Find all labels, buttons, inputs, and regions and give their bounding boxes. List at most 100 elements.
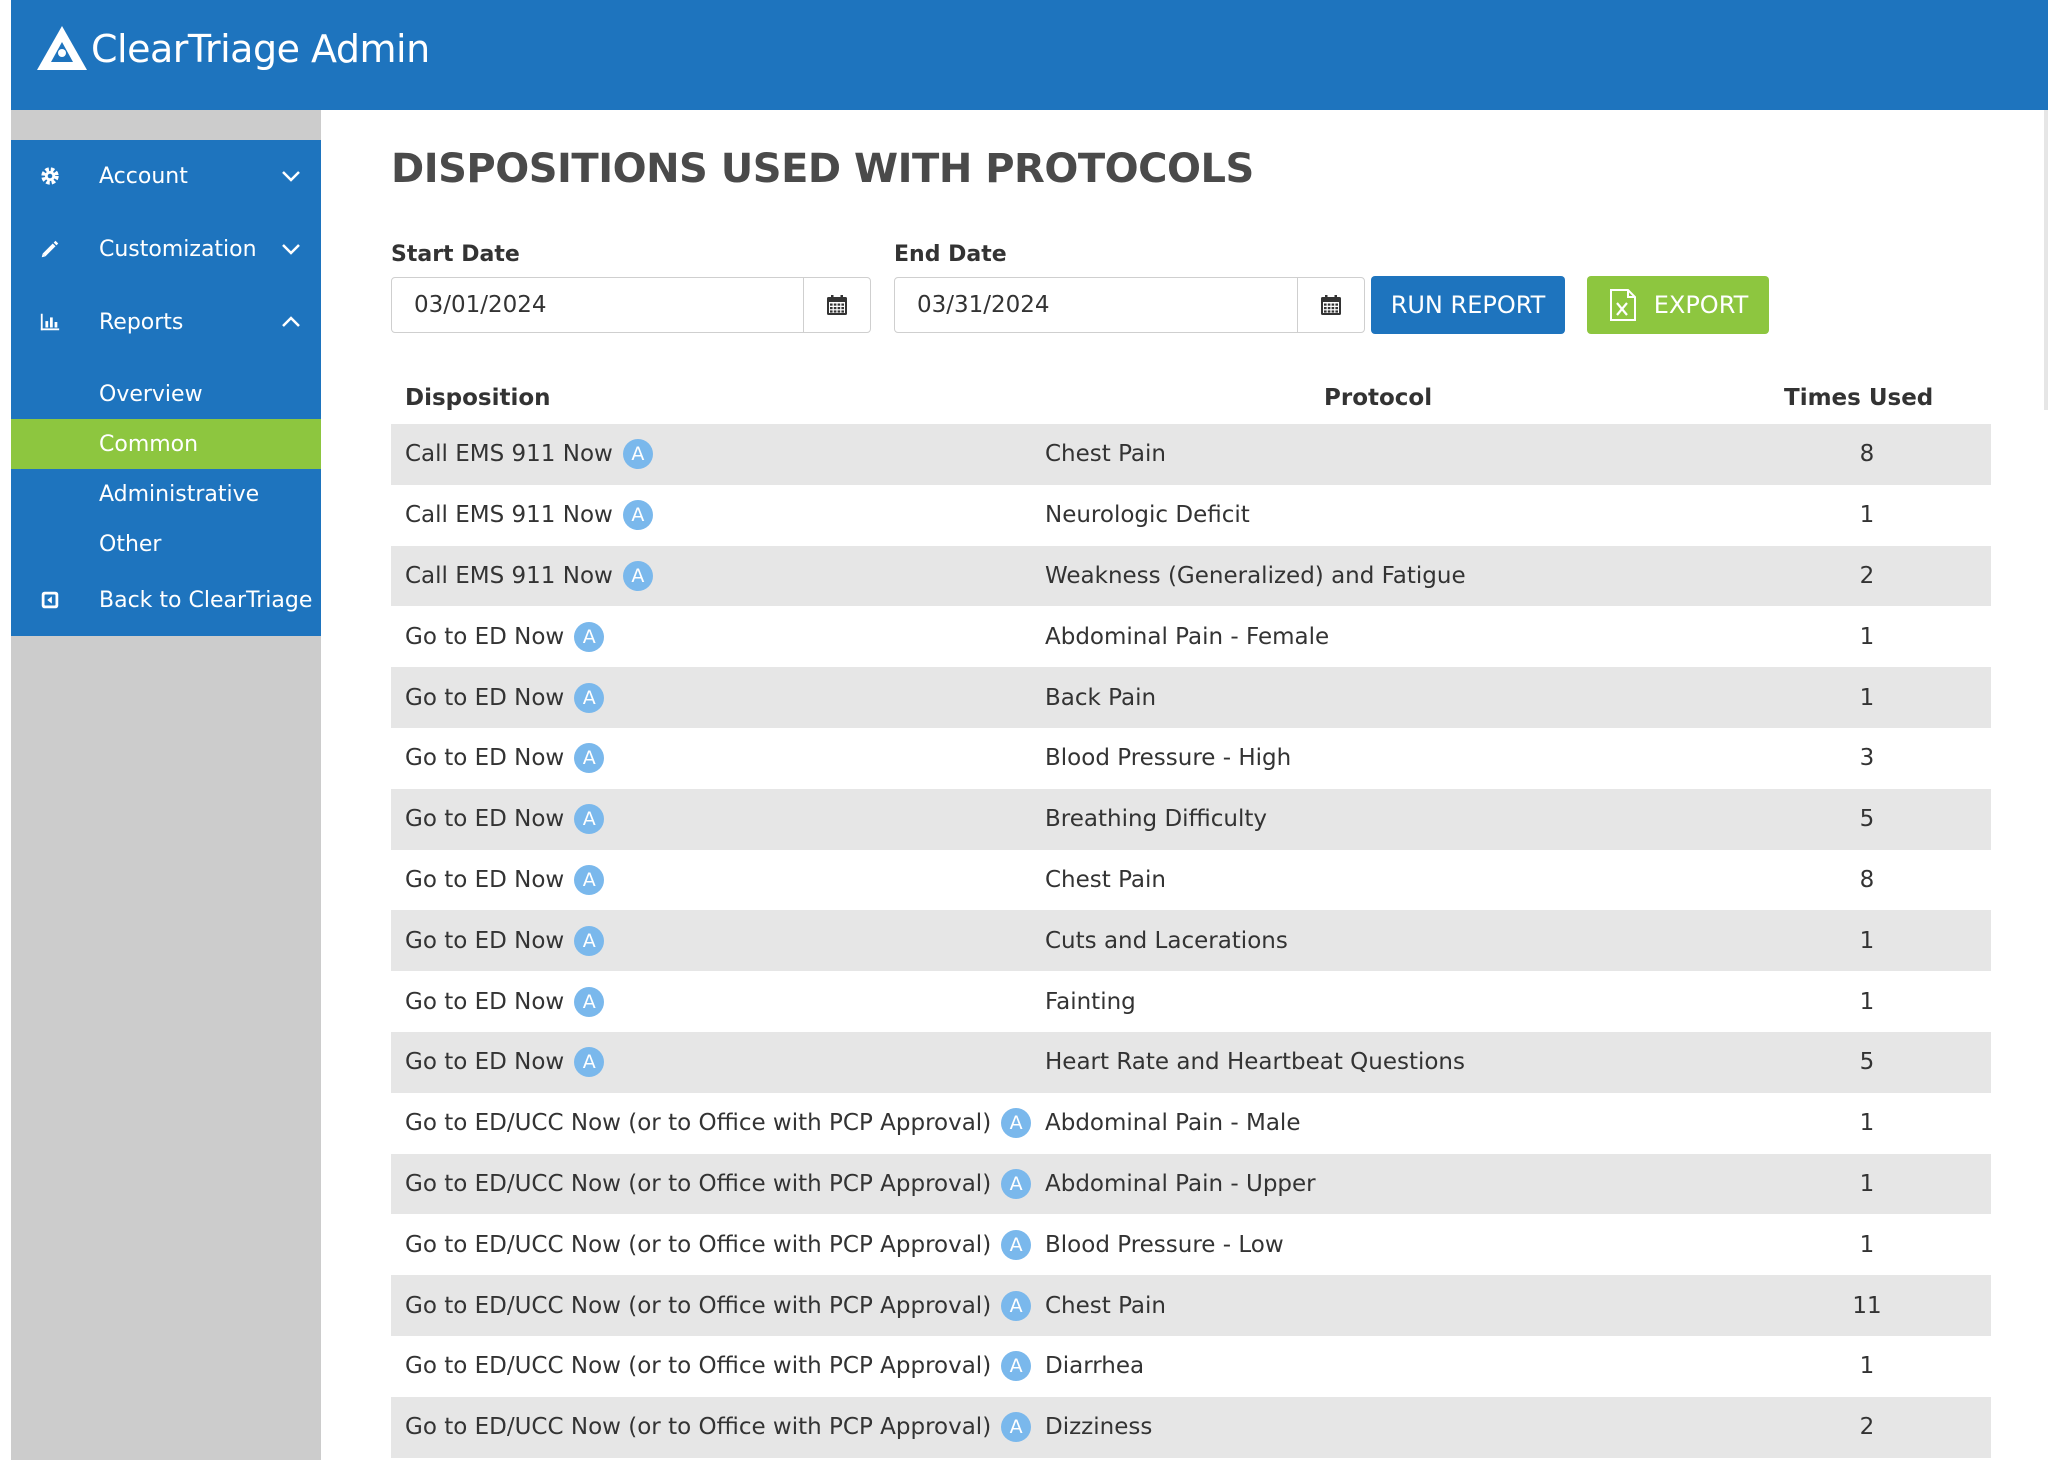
sidebar-subitem-label: Common — [99, 431, 199, 457]
sidebar-item-account[interactable]: Account — [11, 140, 321, 212]
end-date-calendar-button[interactable] — [1297, 278, 1364, 332]
times-used-cell: 1 — [1859, 1110, 1875, 1137]
sidebar-item-back[interactable]: Back to ClearTriage — [11, 564, 321, 636]
disposition-text: Go to ED Now — [405, 1049, 565, 1076]
table-row: Go to ED/UCC Now (or to Office with PCP … — [391, 1396, 1991, 1458]
sidebar-item-label: Account — [99, 163, 188, 189]
disposition-badge: A — [622, 439, 653, 470]
calendar-icon — [1321, 295, 1341, 315]
disposition-badge: A — [622, 500, 653, 531]
times-used-cell: 1 — [1859, 1170, 1875, 1197]
end-date-input[interactable] — [895, 278, 1298, 332]
app-logo[interactable]: ClearTriage Admin — [35, 22, 430, 76]
times-used-cell: 3 — [1859, 745, 1875, 772]
end-date-label: End Date — [894, 242, 1007, 267]
disposition-badge: A — [574, 743, 605, 774]
sidebar-subitem-overview[interactable]: Overview — [11, 369, 321, 419]
disposition-badge: A — [1001, 1108, 1032, 1139]
sidebar-item-label: Customization — [99, 236, 257, 262]
disposition-text: Go to ED/UCC Now (or to Office with PCP … — [405, 1110, 992, 1137]
times-used-cell: 2 — [1859, 562, 1875, 589]
times-used-cell: 5 — [1859, 806, 1875, 833]
sidebar-subitem-common[interactable]: Common — [11, 419, 321, 469]
sidebar-subitem-other[interactable]: Other — [11, 519, 321, 569]
run-report-button[interactable]: RUN REPORT — [1371, 276, 1565, 334]
protocol-cell: Fainting — [1045, 988, 1136, 1015]
gear-icon — [41, 167, 59, 185]
disposition-cell: Go to ED Now A — [405, 1032, 605, 1093]
sidebar: Account Customization Reports Overview C… — [11, 110, 321, 1460]
disposition-cell: Go to ED Now A — [405, 606, 605, 667]
disposition-badge: A — [574, 682, 605, 713]
disposition-cell: Go to ED Now A — [405, 728, 605, 789]
excel-file-icon — [1609, 289, 1636, 321]
chevron-down-icon — [282, 171, 300, 182]
disposition-text: Go to ED/UCC Now (or to Office with PCP … — [405, 1231, 992, 1258]
bar-chart-icon — [40, 313, 60, 331]
disposition-badge: A — [574, 864, 605, 895]
table-row: Go to ED/UCC Now (or to Office with PCP … — [391, 1214, 1991, 1275]
disposition-text: Go to ED Now — [405, 806, 565, 833]
protocol-cell: Chest Pain — [1045, 866, 1166, 893]
column-header-disposition[interactable]: Disposition — [405, 372, 551, 424]
report-table: Disposition Protocol Times Used Call EMS… — [391, 372, 1991, 1458]
start-date-calendar-button[interactable] — [803, 278, 870, 332]
back-icon — [41, 591, 59, 609]
protocol-cell: Weakness (Generalized) and Fatigue — [1045, 562, 1466, 589]
protocol-cell: Blood Pressure - Low — [1045, 1231, 1284, 1258]
sidebar-nav: Account Customization Reports Overview C… — [11, 140, 321, 636]
disposition-badge: A — [574, 925, 605, 956]
protocol-cell: Abdominal Pain - Upper — [1045, 1170, 1316, 1197]
start-date-input[interactable] — [392, 278, 804, 332]
disposition-badge: A — [1001, 1229, 1032, 1260]
page-title: DISPOSITIONS USED WITH PROTOCOLS — [391, 146, 1254, 192]
disposition-cell: Go to ED Now A — [405, 910, 605, 971]
disposition-badge: A — [1001, 1351, 1032, 1382]
protocol-cell: Neurologic Deficit — [1045, 502, 1250, 529]
disposition-text: Go to ED/UCC Now (or to Office with PCP … — [405, 1414, 992, 1441]
protocol-cell: Chest Pain — [1045, 441, 1166, 468]
disposition-text: Go to ED Now — [405, 684, 565, 711]
disposition-badge: A — [1001, 1290, 1032, 1321]
sidebar-item-customization[interactable]: Customization — [11, 213, 321, 285]
run-report-label: RUN REPORT — [1390, 291, 1546, 319]
disposition-cell: Go to ED Now A — [405, 971, 605, 1032]
disposition-cell: Go to ED Now A — [405, 667, 605, 728]
protocol-cell: Cuts and Lacerations — [1045, 927, 1288, 954]
table-row: Go to ED/UCC Now (or to Office with PCP … — [391, 1093, 1991, 1154]
cleartriage-logo-icon — [37, 26, 87, 70]
chevron-up-icon — [282, 316, 300, 327]
times-used-cell: 1 — [1859, 1353, 1875, 1380]
end-date-picker — [894, 277, 1365, 333]
protocol-cell: Diarrhea — [1045, 1353, 1145, 1380]
disposition-cell: Go to ED Now A — [405, 789, 605, 850]
disposition-badge: A — [622, 560, 653, 591]
pencil-icon — [41, 240, 59, 258]
start-date-label: Start Date — [391, 242, 520, 267]
protocol-cell: Breathing Difficulty — [1045, 806, 1268, 833]
disposition-cell: Go to ED/UCC Now (or to Office with PCP … — [405, 1336, 1032, 1397]
disposition-cell: Go to ED/UCC Now (or to Office with PCP … — [405, 1275, 1032, 1336]
export-button[interactable]: EXPORT — [1587, 276, 1769, 334]
table-row: Go to ED Now A Blood Pressure - High 3 — [391, 728, 1991, 789]
times-used-cell: 2 — [1859, 1414, 1875, 1441]
chevron-down-icon — [282, 244, 300, 255]
export-label: EXPORT — [1653, 291, 1749, 319]
times-used-cell: 1 — [1859, 988, 1875, 1015]
disposition-text: Go to ED/UCC Now (or to Office with PCP … — [405, 1170, 992, 1197]
disposition-badge: A — [1001, 1168, 1032, 1199]
column-header-protocol[interactable]: Protocol — [1324, 372, 1432, 424]
table-row: Go to ED/UCC Now (or to Office with PCP … — [391, 1336, 1991, 1397]
table-row: Call EMS 911 Now A Weakness (Generalized) … — [391, 545, 1991, 607]
table-row: Go to ED Now A Chest Pain 8 — [391, 850, 1991, 911]
disposition-text: Go to ED Now — [405, 623, 565, 650]
column-header-times-used[interactable]: Times Used — [1784, 372, 1933, 424]
table-row: Call EMS 911 Now A Chest Pain 8 — [391, 424, 1991, 485]
disposition-text: Go to ED/UCC Now (or to Office with PCP … — [405, 1292, 992, 1319]
calendar-icon — [827, 295, 847, 315]
sidebar-subitem-administrative[interactable]: Administrative — [11, 469, 321, 519]
sidebar-item-reports[interactable]: Reports — [11, 286, 321, 358]
times-used-cell: 1 — [1859, 502, 1875, 529]
table-row: Go to ED Now A Back Pain 1 — [391, 667, 1991, 728]
sidebar-item-label: Back to ClearTriage — [99, 587, 313, 613]
